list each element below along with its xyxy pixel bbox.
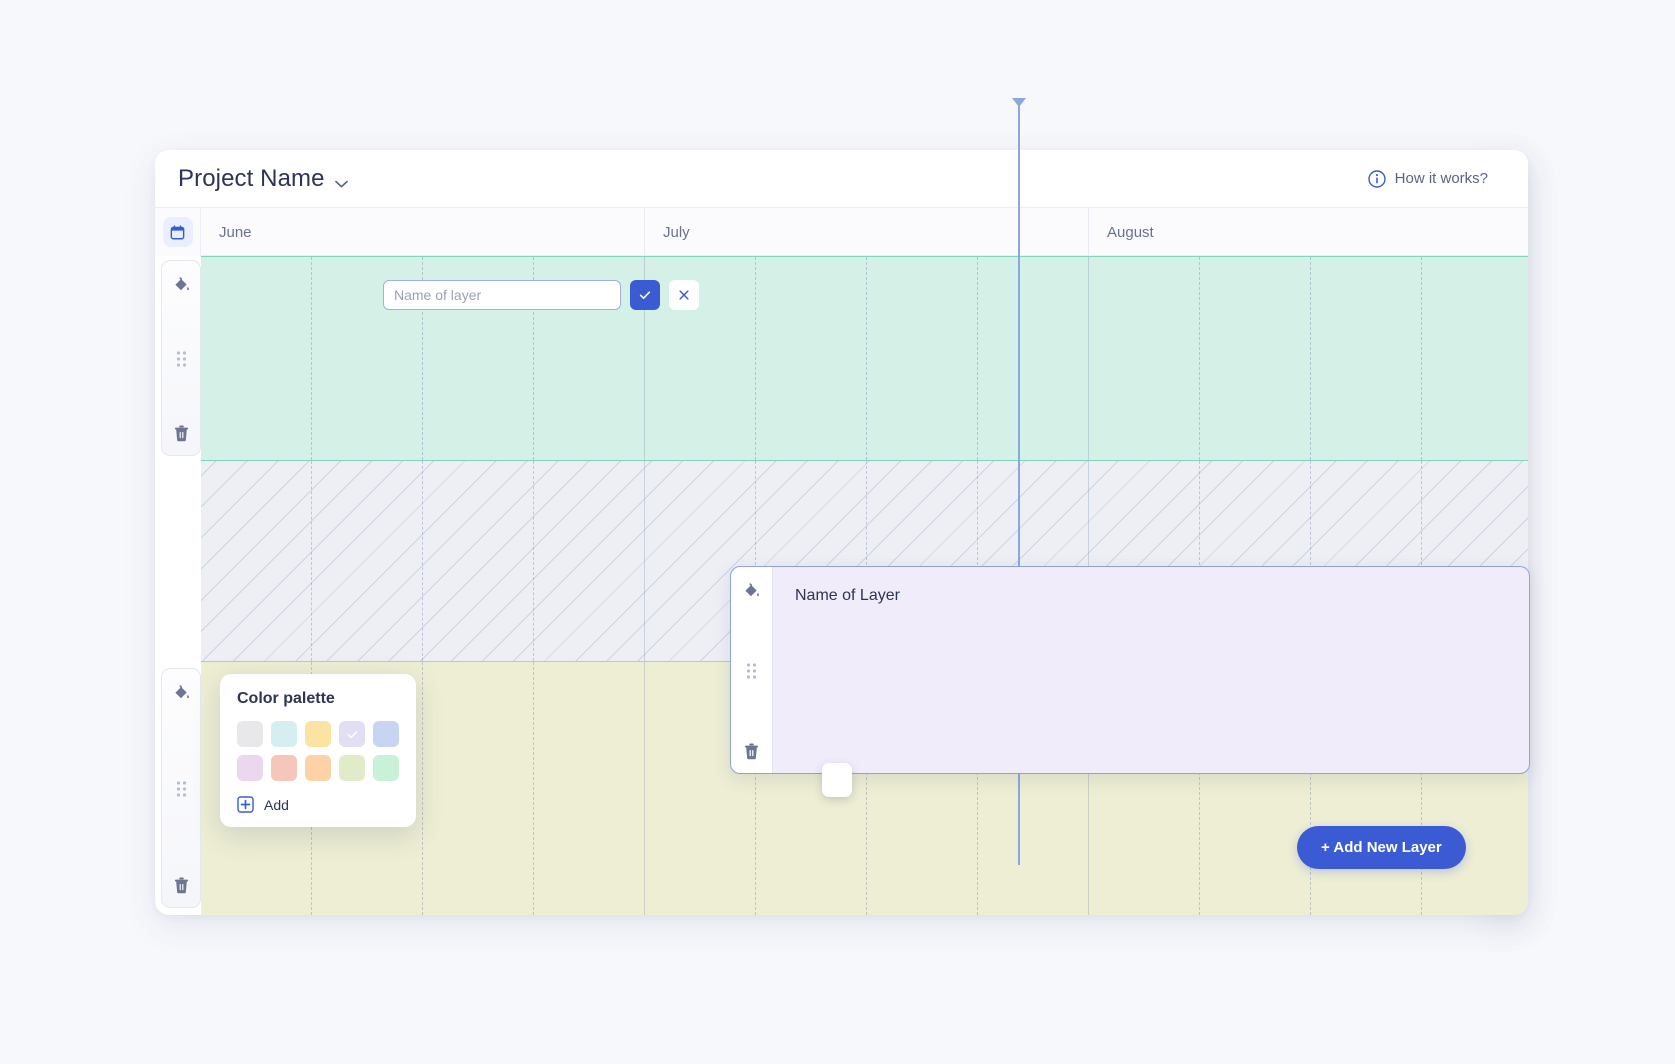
confirm-layer-button[interactable] <box>630 280 660 310</box>
check-icon <box>639 291 651 299</box>
color-swatch-gray[interactable] <box>237 721 263 747</box>
color-swatch-yellow[interactable] <box>305 721 331 747</box>
close-icon <box>679 290 689 300</box>
layer-resize-handle[interactable] <box>822 763 852 797</box>
drag-handle-icon[interactable] <box>175 779 188 799</box>
layer-name-editor <box>383 280 699 310</box>
layer-name-input[interactable] <box>383 280 621 310</box>
paint-bucket-icon[interactable] <box>172 683 191 702</box>
project-title-dropdown[interactable]: Project Name <box>178 165 348 193</box>
month-label-august: August <box>1107 223 1154 241</box>
color-palette-popup: Color palette Add <box>220 674 416 827</box>
trash-icon[interactable] <box>172 424 191 443</box>
app-root: Project Name How it works? June July Aug… <box>0 0 1675 1064</box>
row-controls-teal <box>161 260 201 456</box>
plus-square-icon <box>237 796 254 813</box>
calendar-toggle[interactable] <box>155 208 201 256</box>
paint-bucket-icon[interactable] <box>742 581 761 600</box>
chevron-down-icon[interactable] <box>334 175 348 187</box>
month-header-row: June July August <box>155 208 1528 256</box>
layer-card[interactable]: Name of Layer <box>730 566 1530 774</box>
how-it-works-label: How it works? <box>1394 170 1488 187</box>
color-swatch-periwinkle[interactable] <box>373 721 399 747</box>
trash-icon[interactable] <box>172 876 191 895</box>
month-label-june: June <box>201 208 645 256</box>
check-icon <box>347 730 357 738</box>
color-swatch-light-purple[interactable] <box>237 755 263 781</box>
row-controls-yellow <box>161 668 201 908</box>
color-swatch-peach[interactable] <box>305 755 331 781</box>
color-swatch-salmon[interactable] <box>271 755 297 781</box>
trash-icon[interactable] <box>742 742 761 761</box>
calendar-icon <box>162 217 193 247</box>
add-new-layer-button[interactable]: + Add New Layer <box>1297 826 1466 869</box>
color-swatch-mint[interactable] <box>373 755 399 781</box>
drag-handle-icon[interactable] <box>175 349 188 369</box>
today-marker-head[interactable] <box>1012 98 1026 107</box>
color-palette-title: Color palette <box>237 690 335 707</box>
cancel-layer-button[interactable] <box>669 280 699 310</box>
layer-card-title: Name of Layer <box>795 587 900 604</box>
color-swatch-light-cyan[interactable] <box>271 721 297 747</box>
color-swatch-grid <box>237 721 399 781</box>
drag-handle-icon[interactable] <box>745 661 758 681</box>
add-color-label: Add <box>264 796 289 813</box>
window-header: Project Name How it works? <box>155 150 1528 208</box>
month-label-july: July <box>645 208 1089 256</box>
how-it-works-link[interactable]: How it works? <box>1367 169 1488 188</box>
paint-bucket-icon[interactable] <box>172 275 191 294</box>
info-circle-icon <box>1367 169 1386 188</box>
page-title: Project Name <box>178 164 325 192</box>
add-color-button[interactable]: Add <box>237 796 399 813</box>
color-swatch-lavender[interactable] <box>339 721 365 747</box>
color-swatch-light-green[interactable] <box>339 755 365 781</box>
layer-card-controls <box>731 567 773 773</box>
